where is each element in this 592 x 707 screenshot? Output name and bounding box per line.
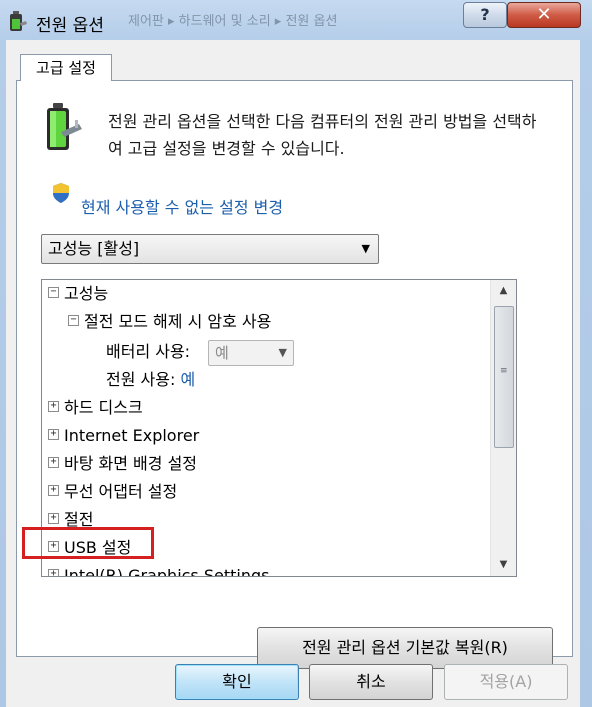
window-title: 전원 옵션: [36, 16, 104, 36]
tree-item-battery: 배터리 사용: 예 ▼: [106, 340, 366, 366]
help-button[interactable]: ?: [463, 2, 507, 28]
collapse-icon[interactable]: −: [48, 287, 59, 298]
expand-icon[interactable]: +: [48, 429, 59, 440]
ok-button[interactable]: 확인: [175, 664, 299, 700]
settings-tree[interactable]: − 고성능 − 절전 모드 해제 시 암호 사용 배터리 사용: 예 ▼ 전원 사용…: [41, 279, 517, 577]
expand-icon[interactable]: +: [48, 569, 59, 576]
collapse-icon[interactable]: −: [68, 315, 79, 326]
uac-shield-icon: [53, 183, 69, 203]
tree-item-internet-explorer[interactable]: + Internet Explorer: [48, 424, 199, 448]
battery-plug-icon: [10, 11, 27, 31]
vertical-scrollbar[interactable]: ▲ ≡ ▼: [490, 280, 516, 576]
tree-item-password[interactable]: − 절전 모드 해제 시 암호 사용: [68, 310, 271, 334]
tree-item-sleep[interactable]: + 절전: [48, 508, 93, 532]
description-text: 전원 관리 옵션을 선택한 다음 컴퓨터의 전원 관리 방법을 선택하여 고급 …: [108, 112, 537, 158]
tab-advanced-settings[interactable]: 고급 설정: [20, 54, 112, 81]
battery-value-dropdown[interactable]: 예 ▼: [208, 340, 294, 366]
grip-icon: ≡: [500, 366, 508, 376]
title-bar[interactable]: 전원 옵션 ? ✕: [0, 0, 592, 40]
tree-item-intel-graphics[interactable]: + Intel(R) Graphics Settings: [48, 564, 269, 576]
cancel-button[interactable]: 취소: [309, 664, 433, 700]
tree-item-desktop-background[interactable]: + 바탕 화면 배경 설정: [48, 452, 197, 476]
change-unavailable-settings-link[interactable]: 현재 사용할 수 없는 설정 변경: [81, 194, 283, 218]
tree-item-usb-settings[interactable]: + USB 설정: [48, 536, 131, 560]
expand-icon[interactable]: +: [48, 457, 59, 468]
expand-icon[interactable]: +: [48, 541, 59, 552]
scroll-up-arrow-icon[interactable]: ▲: [491, 280, 516, 302]
tree-item-wireless-adapter[interactable]: + 무선 어댑터 설정: [48, 480, 177, 504]
chevron-down-icon: ▼: [361, 242, 370, 255]
scroll-down-arrow-icon[interactable]: ▼: [491, 554, 516, 576]
restore-defaults-button[interactable]: 전원 관리 옵션 기본값 복원(R): [257, 627, 553, 669]
tree-item-hard-disk[interactable]: + 하드 디스크: [48, 396, 143, 420]
tree-item-high-performance[interactable]: − 고성능: [48, 282, 108, 306]
power-plan-selected: 고성능 [활성]: [48, 239, 140, 258]
plugged-in-label: 전원 사용:: [106, 370, 176, 389]
scrollbar-thumb[interactable]: ≡: [494, 306, 514, 448]
window-frame: 제어판 ▸ 하드웨어 및 소리 ▸ 전원 옵션 전원 옵션 ? ✕ 고급 설정 …: [0, 0, 592, 707]
tab-panel: 전원 관리 옵션을 선택한 다음 컴퓨터의 전원 관리 방법을 선택하여 고급 …: [16, 80, 573, 669]
power-plan-dropdown[interactable]: 고성능 [활성] ▼: [41, 234, 379, 264]
expand-icon[interactable]: +: [48, 401, 59, 412]
expand-icon[interactable]: +: [48, 513, 59, 524]
close-button[interactable]: ✕: [507, 2, 581, 28]
expand-icon[interactable]: +: [48, 485, 59, 496]
battery-setting-label: 배터리 사용:: [106, 342, 191, 361]
plugged-in-value[interactable]: 예: [180, 370, 195, 389]
chevron-down-icon: ▼: [278, 346, 287, 359]
battery-icon: [47, 103, 82, 150]
dialog-client: 고급 설정 전원 관리 옵션을 선택한 다음 컴퓨터의 전원 관리 방법을 선택…: [6, 40, 580, 707]
apply-button[interactable]: 적용(A): [444, 664, 568, 700]
tree-item-plugged-in[interactable]: 전원 사용: 예: [106, 368, 195, 392]
